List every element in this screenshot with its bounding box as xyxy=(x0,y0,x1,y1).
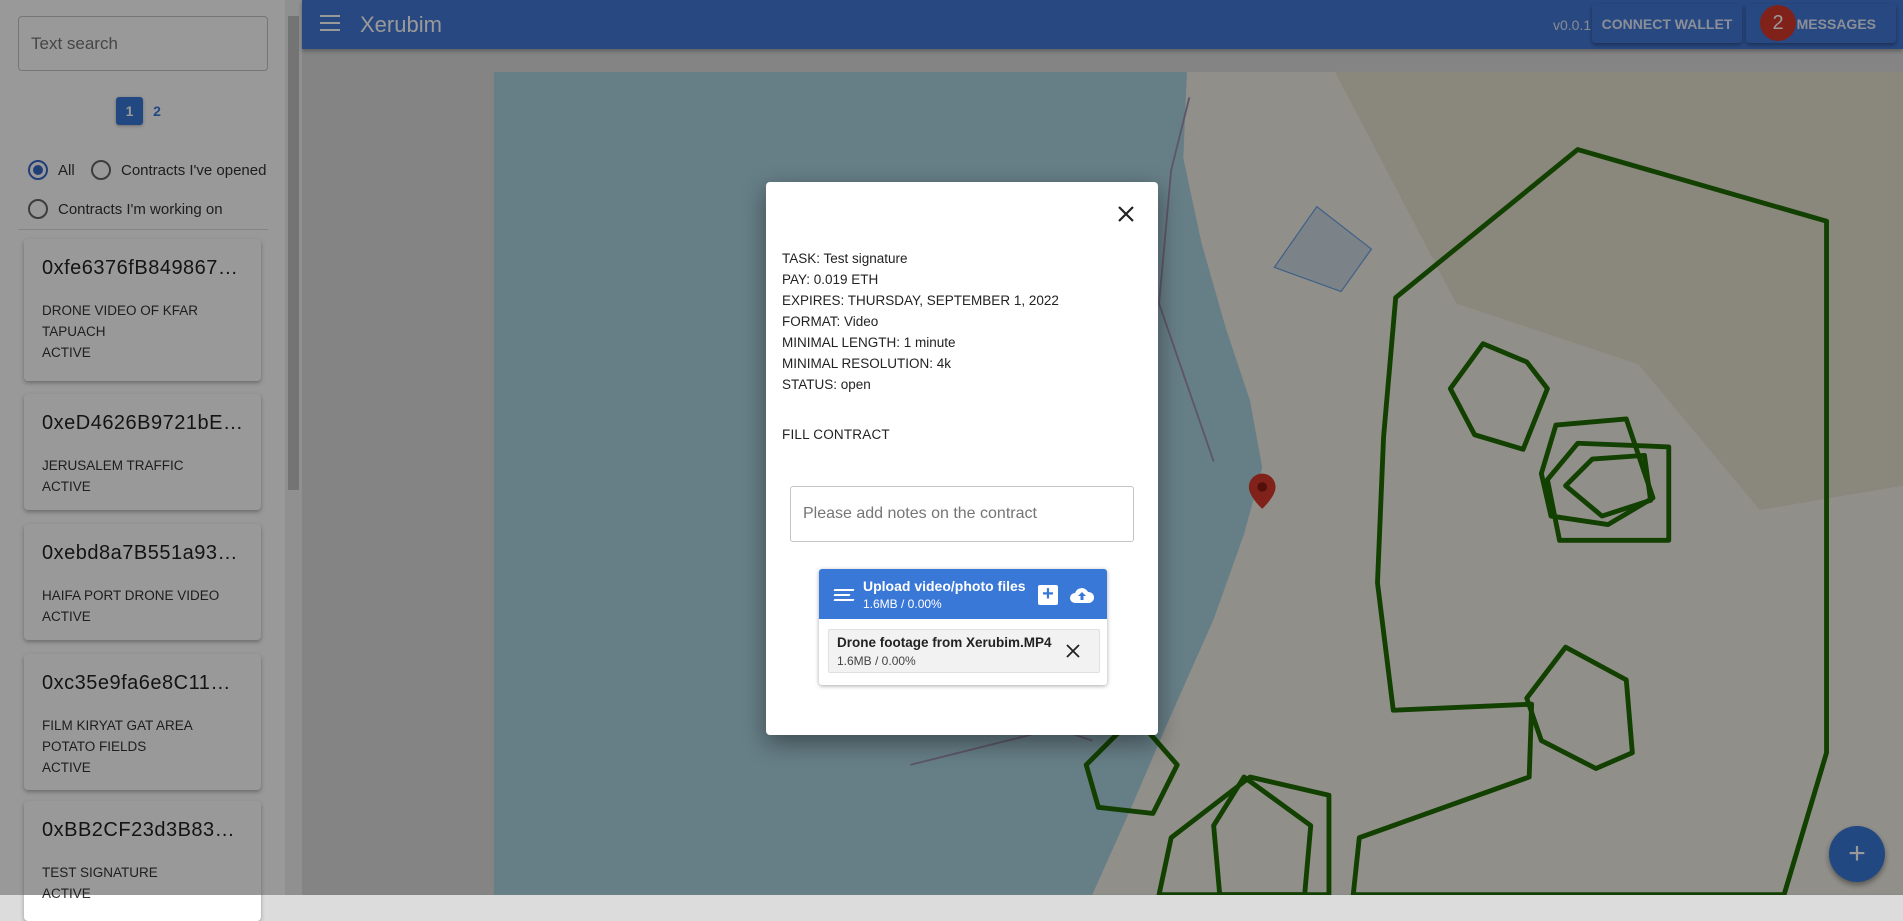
uploader-title: Upload video/photo files xyxy=(863,578,1026,594)
uploader-header: Upload video/photo files 1.6MB / 0.00% + xyxy=(819,569,1107,619)
task-line: TASK: Test signature xyxy=(782,251,908,266)
uploader-total-size: 1.6MB / 0.00% xyxy=(863,597,942,611)
notes-input[interactable] xyxy=(790,486,1134,542)
contract-details: TASK: Test signature PAY: 0.019 ETH EXPI… xyxy=(782,248,1059,395)
remove-file-icon[interactable] xyxy=(1065,643,1081,659)
file-list-icon xyxy=(833,589,855,604)
status-line: STATUS: open xyxy=(782,377,871,392)
add-file-icon[interactable]: + xyxy=(1038,584,1058,605)
file-name: Drone footage from Xerubim.MP4 xyxy=(837,635,1052,650)
file-size: 1.6MB / 0.00% xyxy=(837,654,916,668)
close-icon[interactable] xyxy=(1114,202,1138,226)
file-item: Drone footage from Xerubim.MP4 1.6MB / 0… xyxy=(828,629,1100,673)
contract-dialog: TASK: Test signature PAY: 0.019 ETH EXPI… xyxy=(766,182,1158,735)
cloud-upload-icon[interactable] xyxy=(1069,584,1095,604)
min-resolution-line: MINIMAL RESOLUTION: 4k xyxy=(782,356,952,371)
min-length-line: MINIMAL LENGTH: 1 minute xyxy=(782,335,956,350)
fill-contract-heading: FILL CONTRACT xyxy=(782,427,890,442)
expires-line: EXPIRES: THURSDAY, SEPTEMBER 1, 2022 xyxy=(782,293,1059,308)
pay-line: PAY: 0.019 ETH xyxy=(782,272,879,287)
file-uploader: Upload video/photo files 1.6MB / 0.00% +… xyxy=(819,569,1107,685)
format-line: FORMAT: Video xyxy=(782,314,879,329)
